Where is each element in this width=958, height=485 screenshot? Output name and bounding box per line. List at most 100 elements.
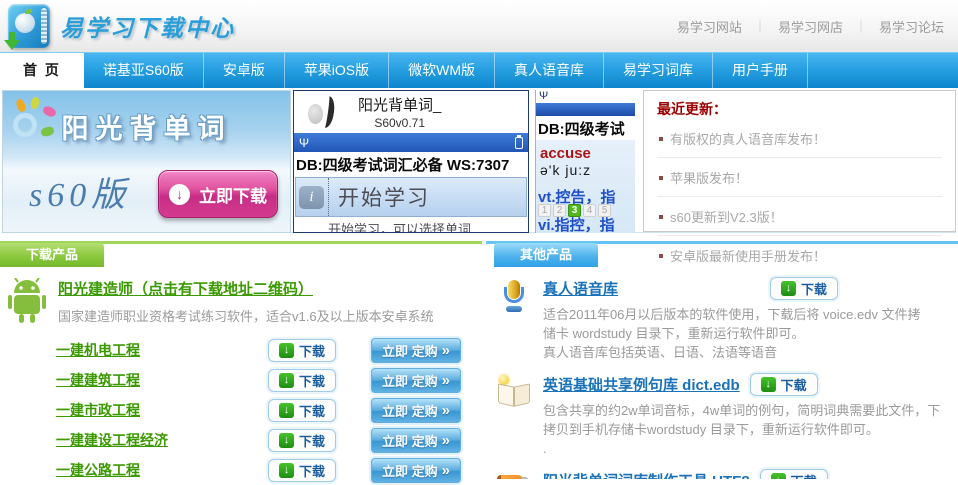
recent-updates-title: 最近更新： (657, 99, 942, 119)
download-button[interactable]: 下载 (750, 373, 818, 396)
others-header: 其他产品 (486, 241, 958, 266)
downloads-column: 下载产品 阳光建造师（点击有下载地址二维码） 国家建造师职业资格考试练习软件，适… (0, 241, 482, 479)
order-now-button[interactable]: 立即 定购 (371, 428, 461, 453)
update-item-label: 苹果版发布！ (670, 168, 748, 187)
download-icon (279, 403, 294, 418)
download-row: 一建市政工程 下载 立即 定购 (0, 395, 482, 425)
download-row: 一建公路工程 下载 立即 定购 (0, 455, 482, 485)
chevron-right-icon (442, 372, 450, 389)
db-status-line: DB:四级考试 (536, 116, 635, 140)
download-icon (279, 463, 294, 478)
title-bar (536, 103, 635, 116)
link-forum[interactable]: 易学习论坛 (879, 17, 944, 36)
app-name: 阳光背单词_ (358, 94, 441, 115)
download-icon (781, 281, 796, 296)
link-separator: ｜ (855, 18, 867, 35)
download-button[interactable]: 下载 (770, 277, 838, 300)
nav-tab-voice-library[interactable]: 真人语音库 (495, 53, 604, 88)
page-2[interactable]: 2 (553, 204, 566, 217)
app-logo-icon (306, 94, 342, 130)
downloads-tab[interactable]: 下载产品 (0, 243, 104, 267)
screenshot-app-header: 阳光背单词_ S60v0.71 (294, 91, 528, 133)
other-product: 真人语音库 下载 适合2011年06月以后版本的软件使用，下载后将 voice.… (486, 266, 958, 362)
download-label: 下载 (801, 279, 827, 298)
site-title: 易学习下载中心 (60, 9, 235, 43)
page-3-active[interactable]: 3 (568, 204, 581, 217)
other-product: 英语基础共享例句库 dict.edb 下载 包含共享的约2w单词音标，4w单词的… (486, 362, 958, 458)
order-label: 立即 定购 (382, 341, 438, 360)
product-columns: 下载产品 阳光建造师（点击有下载地址二维码） 国家建造师职业资格考试练习软件，适… (0, 241, 958, 479)
download-label: 下载 (791, 471, 817, 479)
chevron-right-icon (442, 432, 450, 449)
product-link[interactable]: 一建建筑工程 (56, 370, 268, 390)
others-column: 其他产品 真人语音库 下载 适合2011年06月以后版本的软件使用，下载后将 v… (486, 241, 958, 479)
nav-tab-apple-ios[interactable]: 苹果iOS版 (285, 53, 389, 88)
other-product-link[interactable]: 阳光背单词词库制作工具 UTF8 (543, 470, 750, 479)
android-icon (6, 278, 48, 326)
nav-tab-user-manual[interactable]: 用户手册 (713, 53, 808, 88)
nav-tab-home[interactable]: 首 页 (0, 53, 84, 88)
zipper-icon (41, 8, 47, 44)
product-link[interactable]: 一建机电工程 (56, 340, 268, 360)
product-link[interactable]: 一建市政工程 (56, 400, 268, 420)
other-product-desc: 包含共享的约2w单词音标，4w单词的例句，简明词典需要此文件，下 拷贝到手机存储… (543, 401, 940, 458)
link-website[interactable]: 易学习网站 (677, 17, 742, 36)
download-button[interactable]: 下载 (268, 459, 336, 482)
other-product: 阳光背单词词库制作工具 UTF8 下载 (486, 458, 958, 479)
promo-banner[interactable]: 阳光背单词 s60版 立即下载 (2, 90, 291, 233)
other-product-link[interactable]: 英语基础共享例句库 dict.edb (543, 374, 740, 395)
main-nav: 首 页 诺基亚S60版 安卓版 苹果iOS版 微软WM版 真人语音库 易学习词库… (0, 52, 958, 88)
order-now-button[interactable]: 立即 定购 (371, 398, 461, 423)
order-label: 立即 定购 (382, 401, 438, 420)
nav-tab-microsoft-wm[interactable]: 微软WM版 (389, 53, 495, 88)
nav-tab-android[interactable]: 安卓版 (204, 53, 285, 88)
download-button[interactable]: 下载 (268, 369, 336, 392)
page-header: 易学习下载中心 易学习网站 ｜ 易学习网店 ｜ 易学习论坛 (0, 0, 958, 52)
antenna-icon (299, 137, 309, 149)
download-label: 下载 (299, 431, 325, 450)
banner-download-button[interactable]: 立即下载 (158, 170, 278, 218)
download-arrow-icon (169, 184, 190, 205)
phone-status-bar (294, 133, 528, 152)
download-icon (279, 373, 294, 388)
word-headword: accuse (540, 145, 635, 162)
banner-edition: s60版 (29, 167, 130, 216)
nav-tab-nokia-s60[interactable]: 诺基亚S60版 (84, 53, 204, 88)
leaf-icon (25, 9, 32, 14)
bullet-icon (659, 215, 663, 219)
order-now-button[interactable]: 立即 定购 (371, 368, 461, 393)
menu-item-hint: 开始学习，可以选择单词 (328, 219, 528, 233)
app-version: S60v0.71 (358, 116, 441, 130)
banner-download-label: 立即下载 (199, 182, 267, 207)
others-tab[interactable]: 其他产品 (494, 243, 598, 267)
bullet-icon (659, 137, 663, 141)
page-4[interactable]: 4 (583, 204, 596, 217)
update-item[interactable]: s60更新到V2.3版！ (657, 197, 942, 236)
backpack-download-icon (8, 4, 50, 48)
download-button[interactable]: 下载 (268, 399, 336, 422)
order-now-button[interactable]: 立即 定购 (371, 338, 461, 363)
promo-strip: 阳光背单词 s60版 立即下载 阳光背单词_ S60v0.71 DB:四级考试词… (2, 90, 956, 233)
book-icon (496, 375, 532, 411)
page-1[interactable]: 1 (538, 204, 551, 217)
download-icon (279, 433, 294, 448)
link-shop[interactable]: 易学习网店 (778, 17, 843, 36)
toolbox-icon (496, 471, 532, 479)
order-label: 立即 定购 (382, 461, 438, 480)
nav-tab-dictionary[interactable]: 易学习词库 (604, 53, 713, 88)
other-product-link[interactable]: 真人语音库 (543, 278, 618, 299)
download-button[interactable]: 下载 (760, 469, 828, 479)
update-item[interactable]: 苹果版发布！ (657, 158, 942, 197)
app-screenshot-main: 阳光背单词_ S60v0.71 DB:四级考试词汇必备 WS:7307 开始学习… (293, 90, 529, 233)
product-link[interactable]: 一建建设工程经济 (56, 430, 268, 450)
featured-product-link[interactable]: 阳光建造师（点击有下载地址二维码） (58, 281, 313, 298)
page-5[interactable]: 5 (598, 204, 611, 217)
site-logo[interactable]: 易学习下载中心 (8, 4, 235, 48)
download-button[interactable]: 下载 (268, 429, 336, 452)
antenna-icon (539, 91, 548, 102)
chevron-right-icon (442, 342, 450, 359)
header-links: 易学习网站 ｜ 易学习网店 ｜ 易学习论坛 (677, 17, 944, 36)
download-button[interactable]: 下载 (268, 339, 336, 362)
product-link[interactable]: 一建公路工程 (56, 460, 268, 480)
update-item[interactable]: 有版权的真人语音库发布！ (657, 119, 942, 158)
